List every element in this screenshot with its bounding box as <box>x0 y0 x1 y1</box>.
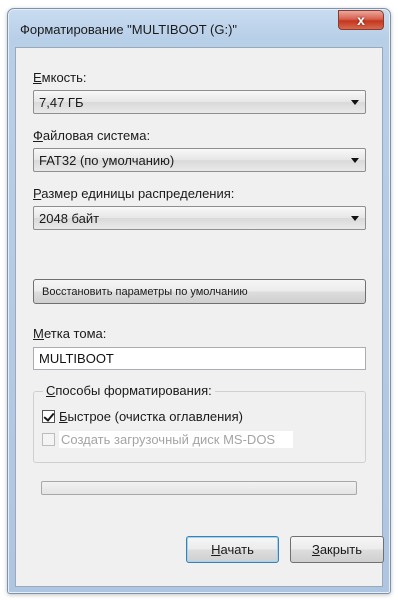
window-title: Форматирование "MULTIBOOT (G:)" <box>20 22 238 37</box>
start-button[interactable]: Начать <box>186 536 279 563</box>
chevron-down-icon <box>351 100 359 105</box>
title-bar[interactable]: Форматирование "MULTIBOOT (G:)" x <box>8 9 390 47</box>
capacity-select[interactable]: 7,47 ГБ <box>33 90 366 114</box>
filesystem-label: Файловая система: <box>33 128 151 143</box>
filesystem-select[interactable]: FAT32 (по умолчанию) <box>33 148 366 172</box>
capacity-label: Емкость: <box>33 70 87 85</box>
volume-label-input[interactable] <box>34 348 365 369</box>
format-options-title: Способы форматирования: <box>43 383 215 398</box>
quick-format-checkbox[interactable] <box>42 410 55 423</box>
restore-defaults-button[interactable]: Восстановить параметры по умолчанию <box>33 279 366 304</box>
volume-label: Метка тома: <box>33 326 107 341</box>
filesystem-value: FAT32 (по умолчанию) <box>39 153 175 168</box>
quick-format-label: Быстрое (очистка оглавления) <box>59 409 243 424</box>
format-progress-bar <box>41 481 357 495</box>
chevron-down-icon <box>351 216 359 221</box>
chevron-down-icon <box>351 158 359 163</box>
quick-format-option[interactable]: Быстрое (очистка оглавления) <box>42 409 243 424</box>
msdos-label: Создать загрузочный диск MS-DOS <box>59 431 294 448</box>
dialog-body: Емкость: 7,47 ГБ Файловая система: FAT32… <box>15 47 384 587</box>
format-dialog: Форматирование "MULTIBOOT (G:)" x Емкост… <box>7 8 391 594</box>
msdos-option: Создать загрузочный диск MS-DOS <box>42 431 294 448</box>
close-icon: x <box>357 12 365 28</box>
close-button[interactable]: Закрыть <box>290 536 384 563</box>
window-close-button[interactable]: x <box>338 10 384 30</box>
volume-label-field[interactable] <box>33 347 366 370</box>
allocation-label: Размер единицы распределения: <box>33 186 235 201</box>
allocation-value: 2048 байт <box>39 211 100 226</box>
msdos-checkbox <box>42 433 55 446</box>
allocation-select[interactable]: 2048 байт <box>33 206 366 230</box>
format-options-group: Способы форматирования: Быстрое (очистка… <box>33 383 366 463</box>
capacity-value: 7,47 ГБ <box>39 95 84 110</box>
